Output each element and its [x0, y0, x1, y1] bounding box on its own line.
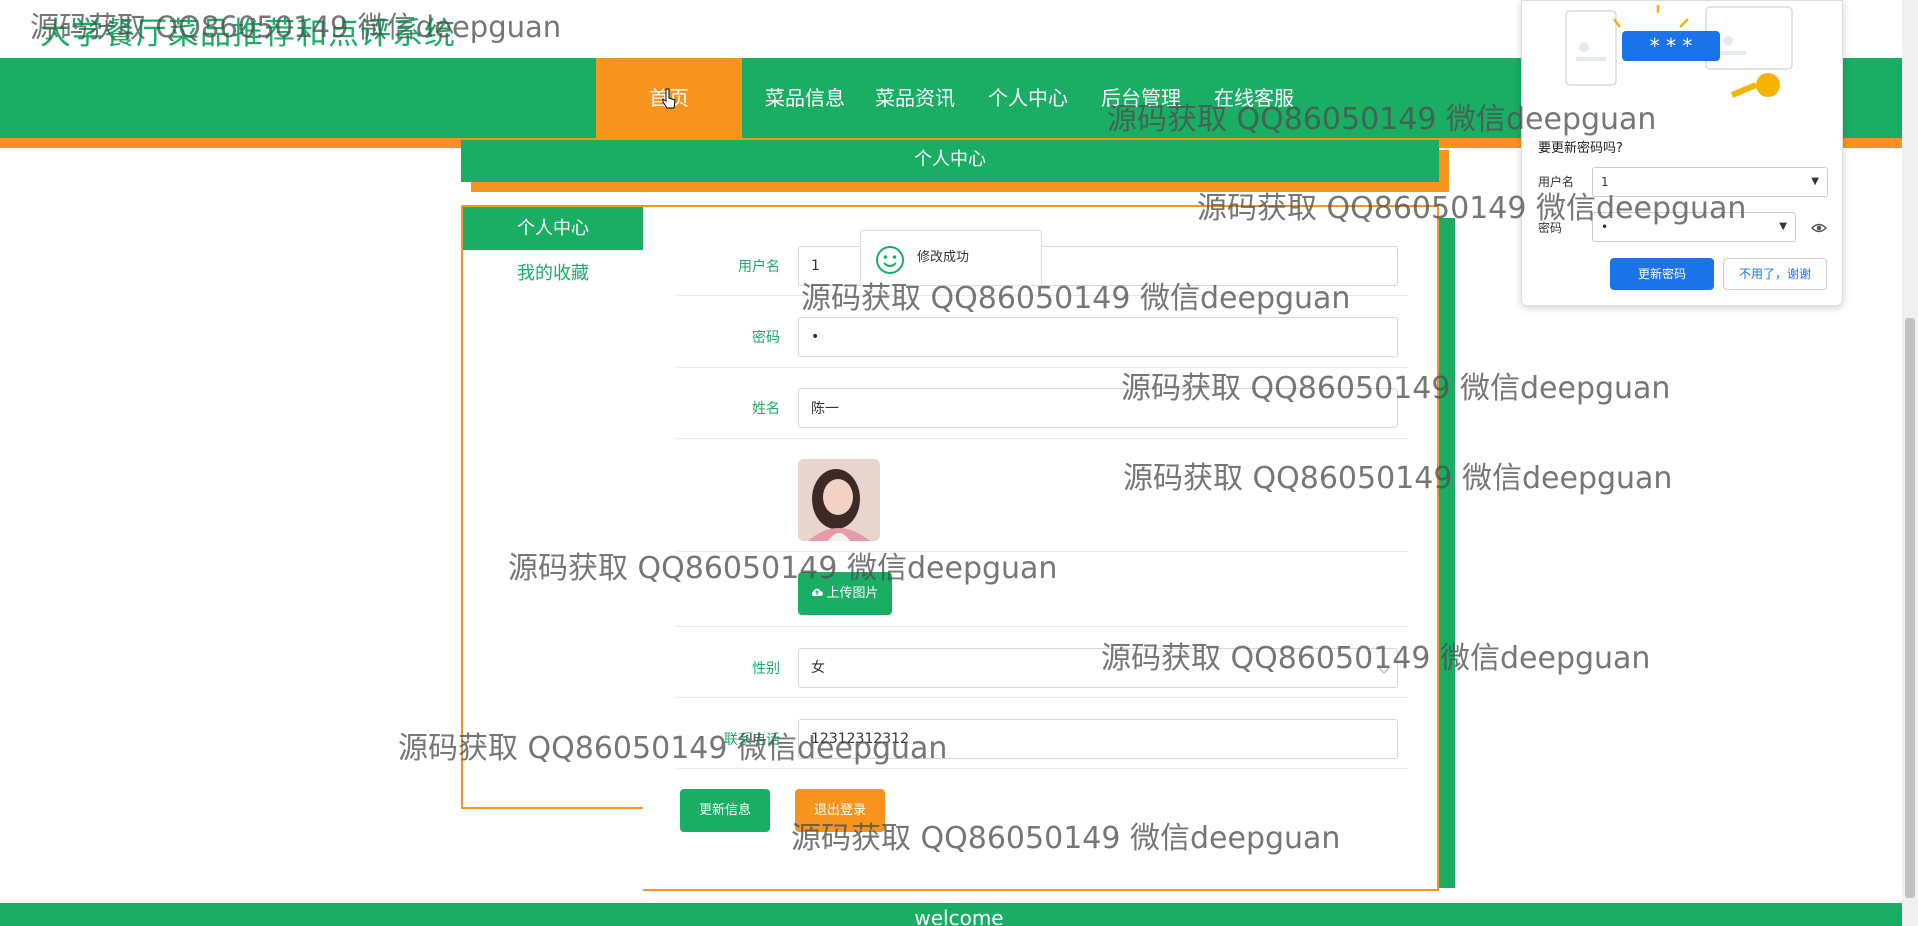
- avatar: [798, 459, 880, 541]
- show-password-eye-icon[interactable]: [1811, 219, 1827, 238]
- password-mask: * * *: [1650, 34, 1693, 58]
- password-prompt-password-label: 密码: [1538, 221, 1563, 235]
- nav-item-news[interactable]: 菜品资讯: [875, 58, 955, 138]
- toast-message: 修改成功: [917, 250, 970, 265]
- row-divider: [675, 626, 1408, 627]
- phone-field[interactable]: [798, 719, 1398, 759]
- row-divider: [675, 768, 1408, 769]
- row-divider: [675, 551, 1408, 552]
- password-field[interactable]: [798, 317, 1398, 357]
- dropdown-caret-icon: ▼: [1811, 176, 1819, 187]
- smile-icon: [875, 245, 905, 279]
- chevron-down-icon: [1378, 660, 1390, 679]
- site-title: 大学餐厅菜品推荐和点评系统: [40, 16, 456, 52]
- gender-select[interactable]: 女: [798, 648, 1398, 688]
- hand-cursor-icon: [662, 88, 676, 110]
- side-menu-item-profile[interactable]: 个人中心: [463, 207, 643, 250]
- side-menu: 个人中心 我的收藏: [461, 205, 645, 809]
- password-label: 密码: [752, 330, 780, 346]
- password-prompt-password-field[interactable]: • ▼: [1592, 212, 1796, 242]
- password-illustration: * * *: [1542, 1, 1822, 111]
- form-panel-accent: [1437, 218, 1455, 888]
- phone-label: 联系电话: [724, 732, 780, 748]
- password-prompt-username-field[interactable]: 1 ▼: [1592, 167, 1828, 197]
- section-title: 个人中心: [461, 140, 1439, 182]
- username-label: 用户名: [738, 259, 780, 275]
- scrollbar-thumb[interactable]: [1905, 318, 1915, 898]
- name-field[interactable]: [798, 388, 1398, 428]
- upload-label: 上传图片: [826, 586, 879, 601]
- password-prompt-username-label: 用户名: [1538, 175, 1575, 189]
- footer: welcome: [0, 903, 1918, 926]
- gender-label: 性别: [752, 661, 780, 677]
- logout-button[interactable]: 退出登录: [795, 789, 885, 832]
- update-password-button[interactable]: 更新密码: [1610, 258, 1714, 290]
- row-divider: [675, 367, 1408, 368]
- row-divider: [675, 295, 1408, 296]
- password-prompt-question: 要更新密码吗?: [1538, 141, 1623, 156]
- success-toast: 修改成功: [860, 230, 1042, 286]
- no-thanks-button[interactable]: 不用了，谢谢: [1723, 258, 1827, 290]
- upload-image-button[interactable]: 上传图片: [798, 572, 892, 615]
- nav-item-profile[interactable]: 个人中心: [988, 58, 1068, 138]
- name-label: 姓名: [752, 401, 780, 417]
- nav-item-dishes[interactable]: 菜品信息: [765, 58, 845, 138]
- nav-item-admin[interactable]: 后台管理: [1101, 58, 1181, 138]
- side-menu-item-favorites[interactable]: 我的收藏: [463, 259, 643, 285]
- row-divider: [675, 438, 1408, 439]
- password-prompt-password-value: •: [1601, 220, 1609, 234]
- dropdown-caret-icon: ▼: [1779, 221, 1787, 232]
- password-prompt-username-value: 1: [1601, 175, 1609, 189]
- password-update-popup: * * * 要更新密码吗? 用户名 1 ▼ 密码 • ▼ 更新密码 不用了，谢谢: [1521, 0, 1843, 306]
- cloud-upload-icon: [811, 572, 824, 615]
- row-divider: [675, 697, 1408, 698]
- update-info-button[interactable]: 更新信息: [680, 789, 770, 832]
- nav-item-support[interactable]: 在线客服: [1214, 58, 1294, 138]
